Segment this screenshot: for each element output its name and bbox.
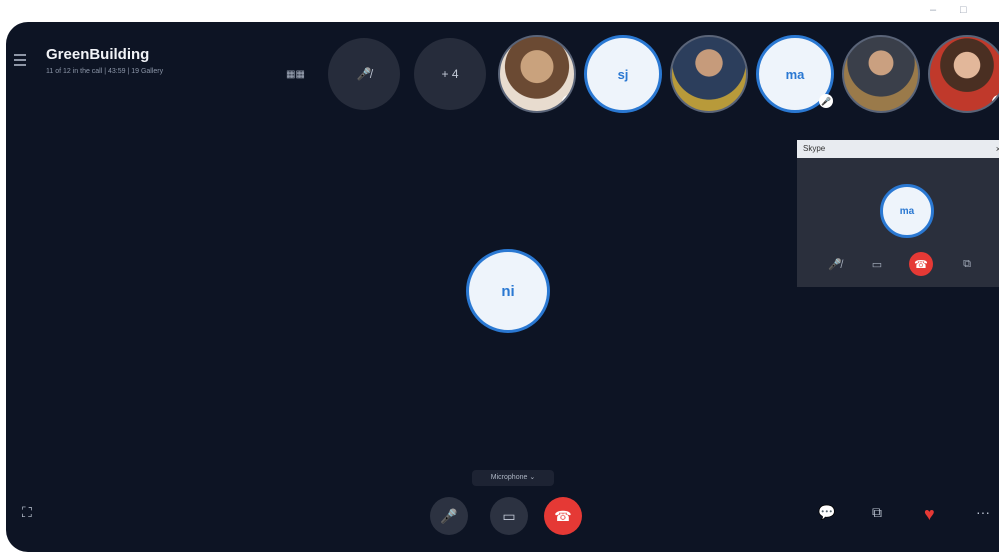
- participant-avatar-5[interactable]: [842, 35, 920, 113]
- main-participant-avatar[interactable]: ni: [466, 249, 550, 333]
- mic-muted-icon[interactable]: 🎤: [430, 497, 468, 535]
- mini-hangup-icon[interactable]: ☎: [909, 252, 933, 276]
- mini-mic-muted-icon[interactable]: 🎤̸: [823, 252, 847, 276]
- fullscreen-icon[interactable]: ⛶: [22, 504, 32, 521]
- avatar-initials: ma: [785, 66, 805, 82]
- participant-avatar-6[interactable]: 🎤: [928, 35, 999, 113]
- participant-avatar-sj[interactable]: sj: [584, 35, 662, 113]
- titlebar-strip: – □: [0, 0, 999, 22]
- share-icon[interactable]: ⧉: [872, 504, 882, 521]
- call-window: GreenBuilding 11 of 12 in the call | 43:…: [6, 22, 999, 552]
- mini-call-window: Skype × ma 🎤̸ ▭ ☎ ⧉: [797, 140, 999, 287]
- mic-muted-icon: 🎤: [992, 95, 999, 109]
- mini-window-titlebar[interactable]: Skype ×: [797, 140, 999, 158]
- mini-popout-icon[interactable]: ⧉: [955, 252, 979, 276]
- more-icon[interactable]: ···: [976, 504, 990, 520]
- mini-window-title: Skype: [803, 144, 826, 153]
- device-selector[interactable]: Microphone ⌄: [472, 470, 554, 486]
- minimize-button[interactable]: –: [930, 4, 936, 16]
- mic-muted-icon: 🎤: [819, 94, 833, 108]
- participant-avatar-3[interactable]: [670, 35, 748, 113]
- video-off-icon[interactable]: ▭: [490, 497, 528, 535]
- heart-icon[interactable]: ♥: [924, 504, 935, 525]
- menu-icon[interactable]: [14, 54, 26, 66]
- participant-avatar-1[interactable]: 🎤: [498, 35, 576, 113]
- grid-icon[interactable]: ▦▦: [286, 69, 305, 80]
- hangup-icon[interactable]: ☎: [544, 497, 582, 535]
- muted-participants-button[interactable]: 🎤̸: [328, 38, 400, 110]
- maximize-button[interactable]: □: [960, 4, 967, 16]
- mini-video-off-icon[interactable]: ▭: [865, 252, 889, 276]
- mini-participant-avatar: ma: [880, 184, 934, 238]
- call-subtitle: 11 of 12 in the call | 43:59 | 19 Galler…: [46, 68, 164, 75]
- more-participants-button[interactable]: + 4: [414, 38, 486, 110]
- call-title: GreenBuilding: [46, 46, 150, 63]
- mic-muted-icon: 🎤: [562, 95, 574, 109]
- participant-avatar-ma[interactable]: ma 🎤: [756, 35, 834, 113]
- chat-icon[interactable]: 💬: [818, 504, 835, 521]
